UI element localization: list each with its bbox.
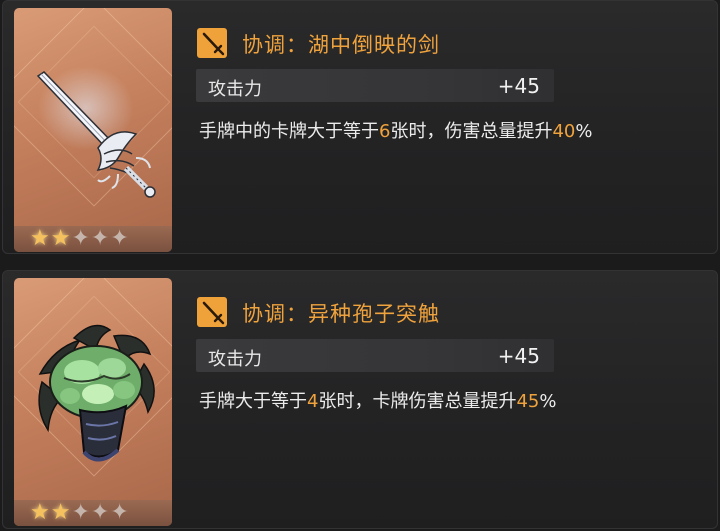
equipment-card[interactable]: ★ ★ ✦ ✦ ✦ 协调：湖中倒映的剑 攻击力 +45 手牌中的卡牌大于等于6张… (2, 0, 718, 254)
stat-label: 攻击力 (208, 79, 262, 100)
star-empty-icon: ✦ (71, 226, 90, 251)
weapon-type-badge (197, 28, 227, 58)
equipment-card[interactable]: ★ ★ ✦ ✦ ✦ 协调：异种孢子突触 攻击力 +45 手牌大于等于4张时，卡牌… (2, 270, 718, 529)
star-empty-icon: ✦ (110, 226, 129, 251)
item-thumbnail[interactable]: ★ ★ ✦ ✦ ✦ (14, 278, 172, 526)
star-empty-icon: ✦ (110, 500, 129, 525)
weapon-type-badge (197, 297, 227, 327)
spore-tentacle-gauntlet-icon (38, 324, 155, 462)
desc-highlight-number: 6 (379, 121, 391, 142)
star-empty-icon: ✦ (90, 500, 110, 525)
desc-highlight-number: 4 (307, 391, 319, 412)
item-title: 协调：异种孢子突触 (242, 302, 440, 326)
sword-icon (202, 301, 225, 325)
desc-text: 手牌中的卡牌大于等于 (199, 121, 379, 142)
desc-text: 手牌大于等于 (199, 391, 307, 412)
star-filled-icon: ★ (50, 226, 71, 251)
desc-text: 张时，卡牌伤害总量提升 (318, 391, 517, 412)
desc-highlight-number: 45 (516, 391, 540, 412)
star-filled-icon: ★ (30, 226, 50, 251)
item-effect-description: 手牌中的卡牌大于等于6张时，伤害总量提升40% (199, 117, 592, 143)
star-filled-icon: ★ (50, 500, 71, 525)
star-empty-icon: ✦ (71, 500, 90, 525)
item-thumbnail[interactable]: ★ ★ ✦ ✦ ✦ (14, 8, 172, 252)
star-rating: ★ ★ ✦ ✦ ✦ (14, 500, 172, 526)
desc-text: 张时，伤害总量提升 (390, 121, 553, 142)
stat-label: 攻击力 (208, 349, 262, 370)
desc-highlight-number: 40 (552, 121, 576, 142)
stat-row-attack: 攻击力 +45 (196, 339, 554, 372)
desc-text: % (539, 391, 557, 412)
star-rating: ★ ★ ✦ ✦ ✦ (14, 226, 172, 252)
desc-text: % (575, 121, 593, 142)
stat-row-attack: 攻击力 +45 (196, 69, 554, 102)
silver-sword-icon (36, 66, 156, 198)
stat-value: +45 (497, 344, 540, 368)
sword-icon (202, 32, 225, 56)
item-title: 协调：湖中倒映的剑 (242, 33, 440, 57)
item-effect-description: 手牌大于等于4张时，卡牌伤害总量提升45% (199, 387, 556, 413)
stat-value: +45 (497, 74, 540, 98)
star-filled-icon: ★ (30, 500, 50, 525)
star-empty-icon: ✦ (90, 226, 110, 251)
